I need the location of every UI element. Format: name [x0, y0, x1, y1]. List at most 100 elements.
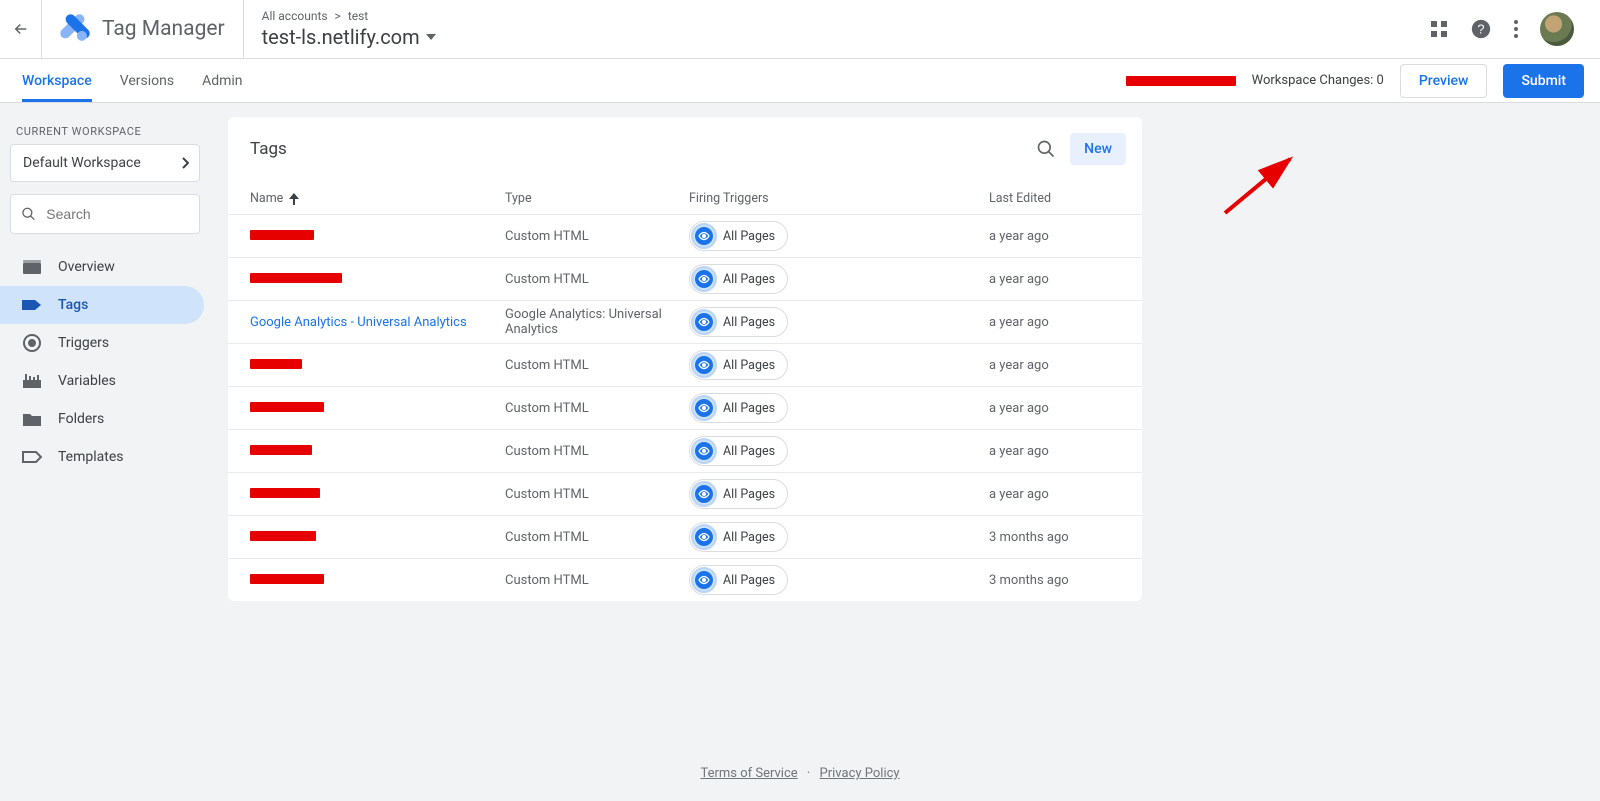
table-row[interactable]: Custom HTMLAll Pagesa year ago	[228, 215, 1142, 258]
top-right-icons: ?	[1430, 12, 1584, 46]
sidebar-item-triggers[interactable]: Triggers	[0, 324, 204, 362]
cell-last-edited: a year ago	[989, 229, 1164, 244]
footer-privacy-link[interactable]: Privacy Policy	[820, 766, 900, 781]
tag-manager-logo-icon	[60, 14, 90, 44]
trigger-chip[interactable]: All Pages	[689, 350, 788, 380]
overview-icon	[22, 260, 42, 274]
search-input[interactable]	[46, 206, 189, 222]
workspace-selector[interactable]: Default Workspace	[10, 144, 200, 182]
svg-text:?: ?	[1477, 22, 1484, 37]
top-header: Tag Manager All accounts > test test-ls.…	[0, 0, 1600, 59]
card-search-button[interactable]	[1028, 131, 1064, 167]
cell-trigger: All Pages	[689, 565, 989, 595]
card-title: Tags	[250, 139, 287, 159]
submit-button[interactable]: Submit	[1503, 64, 1584, 98]
redacted-name	[250, 531, 316, 541]
trigger-chip-label: All Pages	[723, 573, 775, 588]
back-button[interactable]	[0, 0, 42, 58]
app-title: Tag Manager	[102, 17, 225, 41]
trigger-chip[interactable]: All Pages	[689, 479, 788, 509]
cell-last-edited: a year ago	[989, 315, 1164, 330]
cell-type: Custom HTML	[505, 444, 689, 459]
sidebar-item-overview[interactable]: Overview	[0, 248, 204, 286]
sidebar-item-tags[interactable]: Tags	[0, 286, 204, 324]
cell-trigger: All Pages	[689, 479, 989, 509]
help-icon[interactable]: ?	[1470, 18, 1492, 40]
trigger-chip[interactable]: All Pages	[689, 307, 788, 337]
variables-icon	[22, 374, 42, 388]
cell-trigger: All Pages	[689, 522, 989, 552]
table-row[interactable]: Custom HTMLAll Pagesa year ago	[228, 430, 1142, 473]
table-row[interactable]: Custom HTMLAll Pages3 months ago	[228, 559, 1142, 601]
table-row[interactable]: Custom HTMLAll Pagesa year ago	[228, 344, 1142, 387]
sidebar-item-label: Templates	[58, 449, 124, 465]
col-firing[interactable]: Firing Triggers	[689, 191, 989, 206]
tab-workspace[interactable]: Workspace	[22, 59, 92, 102]
sidebar-item-folders[interactable]: Folders	[0, 400, 204, 438]
cell-type: Custom HTML	[505, 358, 689, 373]
tab-admin[interactable]: Admin	[202, 59, 242, 102]
table-row[interactable]: Google Analytics - Universal AnalyticsGo…	[228, 301, 1142, 344]
cell-name	[250, 530, 505, 545]
search-icon	[1036, 139, 1056, 159]
trigger-chip[interactable]: All Pages	[689, 436, 788, 466]
pageview-icon	[693, 483, 715, 505]
trigger-chip-label: All Pages	[723, 272, 775, 287]
footer-tos-link[interactable]: Terms of Service	[700, 766, 797, 781]
cell-trigger: All Pages	[689, 350, 989, 380]
trigger-chip-label: All Pages	[723, 229, 775, 244]
cell-last-edited: 3 months ago	[989, 530, 1164, 545]
trigger-chip-label: All Pages	[723, 487, 775, 502]
pageview-icon	[693, 354, 715, 376]
cell-type: Custom HTML	[505, 530, 689, 545]
trigger-chip[interactable]: All Pages	[689, 393, 788, 423]
annotation-arrow-icon	[1220, 151, 1310, 221]
trigger-chip-label: All Pages	[723, 358, 775, 373]
redacted-id	[1126, 76, 1236, 86]
cell-last-edited: a year ago	[989, 401, 1164, 416]
trigger-chip[interactable]: All Pages	[689, 221, 788, 251]
cell-trigger: All Pages	[689, 264, 989, 294]
col-type[interactable]: Type	[505, 191, 689, 206]
templates-icon	[22, 450, 42, 464]
cell-name	[250, 272, 505, 287]
search-icon	[21, 205, 36, 223]
container-selector[interactable]: All accounts > test test-ls.netlify.com	[244, 3, 454, 55]
trigger-chip[interactable]: All Pages	[689, 522, 788, 552]
cell-name	[250, 358, 505, 373]
cell-name: Google Analytics - Universal Analytics	[250, 315, 505, 330]
apps-icon[interactable]	[1430, 20, 1448, 38]
sidebar-item-templates[interactable]: Templates	[0, 438, 204, 476]
preview-button[interactable]: Preview	[1400, 64, 1488, 98]
col-name[interactable]: Name	[250, 191, 505, 206]
trigger-chip[interactable]: All Pages	[689, 264, 788, 294]
table-row[interactable]: Custom HTMLAll Pages3 months ago	[228, 516, 1142, 559]
sidebar-search[interactable]	[10, 194, 200, 234]
sidebar-item-label: Folders	[58, 411, 104, 427]
pageview-icon	[693, 268, 715, 290]
cell-last-edited: a year ago	[989, 272, 1164, 287]
table-row[interactable]: Custom HTMLAll Pagesa year ago	[228, 258, 1142, 301]
more-icon[interactable]	[1514, 20, 1518, 38]
cell-trigger: All Pages	[689, 307, 989, 337]
tab-versions[interactable]: Versions	[120, 59, 174, 102]
pageview-icon	[693, 311, 715, 333]
cell-trigger: All Pages	[689, 393, 989, 423]
trigger-chip-label: All Pages	[723, 401, 775, 416]
pageview-icon	[693, 526, 715, 548]
arrow-left-icon	[12, 20, 30, 38]
col-last[interactable]: Last Edited	[989, 191, 1164, 206]
cell-name	[250, 487, 505, 502]
new-button[interactable]: New	[1070, 133, 1126, 165]
cell-name	[250, 573, 505, 588]
trigger-chip[interactable]: All Pages	[689, 565, 788, 595]
logo-title[interactable]: Tag Manager	[42, 0, 244, 58]
tags-icon	[22, 298, 42, 312]
avatar[interactable]	[1540, 12, 1574, 46]
tag-name-link[interactable]: Google Analytics - Universal Analytics	[250, 315, 467, 330]
cell-type: Custom HTML	[505, 487, 689, 502]
table-row[interactable]: Custom HTMLAll Pagesa year ago	[228, 387, 1142, 430]
sidebar-item-variables[interactable]: Variables	[0, 362, 204, 400]
sidebar: CURRENT WORKSPACE Default Workspace Over…	[0, 103, 210, 801]
table-row[interactable]: Custom HTMLAll Pagesa year ago	[228, 473, 1142, 516]
